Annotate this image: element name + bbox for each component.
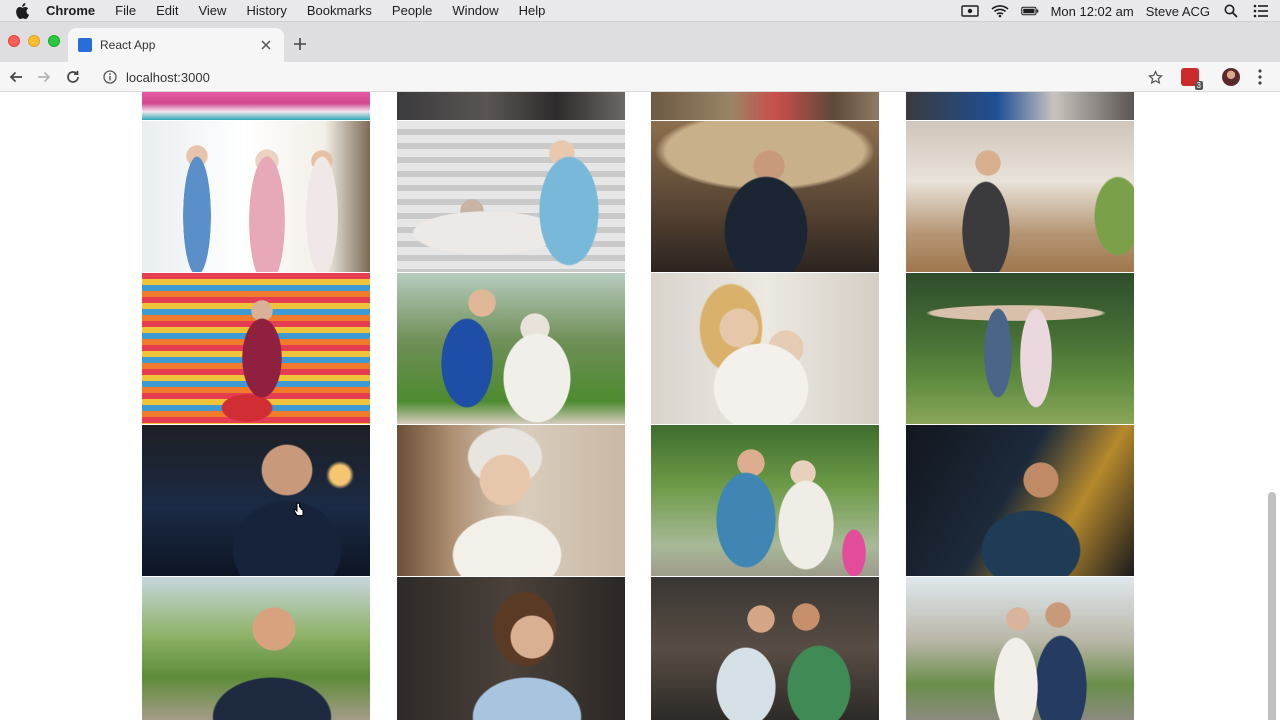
browser-tab-react-app[interactable]: React App	[68, 28, 284, 62]
gallery-photo[interactable]	[142, 273, 370, 424]
screen-mirror-icon[interactable]	[960, 2, 979, 20]
tab-title: React App	[100, 38, 156, 52]
wifi-icon[interactable]	[991, 2, 1009, 20]
menu-people[interactable]: People	[382, 0, 442, 22]
chrome-menu-icon[interactable]	[1252, 67, 1268, 87]
window-minimize-button[interactable]	[28, 35, 40, 47]
spotlight-search-icon[interactable]	[1222, 2, 1240, 20]
page-scrollbar[interactable]	[1268, 492, 1276, 720]
menubar-clock[interactable]: Mon 12:02 am	[1051, 4, 1134, 19]
extension-icon[interactable]: 3	[1181, 68, 1203, 90]
gallery-photo[interactable]	[906, 92, 1134, 120]
address-bar[interactable]: localhost:3000	[96, 64, 1172, 90]
mouse-pointer-icon	[293, 502, 304, 516]
address-bar-url: localhost:3000	[126, 69, 210, 85]
back-button[interactable]	[6, 67, 26, 87]
photo-gallery	[0, 92, 1280, 720]
menu-window[interactable]: Window	[442, 0, 508, 22]
window-zoom-button[interactable]	[48, 35, 60, 47]
browser-toolbar: localhost:3000 3	[0, 62, 1280, 92]
menu-help[interactable]: Help	[509, 0, 556, 22]
gallery-photo[interactable]	[906, 425, 1134, 576]
menu-app-chrome[interactable]: Chrome	[44, 0, 105, 22]
gallery-photo[interactable]	[651, 425, 879, 576]
gallery-photo[interactable]	[906, 577, 1134, 720]
battery-icon[interactable]	[1020, 2, 1039, 20]
gallery-photo[interactable]	[397, 577, 625, 720]
gallery-photo[interactable]	[651, 577, 879, 720]
menubar-status-area: Mon 12:02 am Steve ACG	[960, 0, 1270, 22]
gallery-photo[interactable]	[651, 92, 879, 120]
gallery-photo[interactable]	[906, 273, 1134, 424]
window-controls	[8, 35, 60, 47]
menubar-user[interactable]: Steve ACG	[1146, 4, 1210, 19]
menu-view[interactable]: View	[188, 0, 236, 22]
apple-icon[interactable]	[14, 2, 30, 19]
gallery-photo[interactable]	[906, 121, 1134, 272]
reload-button[interactable]	[63, 67, 83, 87]
menu-edit[interactable]: Edit	[146, 0, 188, 22]
new-tab-button[interactable]	[290, 34, 310, 54]
macos-menu-bar: Chrome File Edit View History Bookmarks …	[0, 0, 1280, 22]
react-favicon-icon	[78, 38, 92, 52]
gallery-photo[interactable]	[397, 121, 625, 272]
menu-bookmarks[interactable]: Bookmarks	[297, 0, 382, 22]
window-close-button[interactable]	[8, 35, 20, 47]
site-info-icon[interactable]	[102, 69, 118, 85]
menu-history[interactable]: History	[236, 0, 296, 22]
tab-close-icon[interactable]	[258, 37, 274, 53]
gallery-photo[interactable]	[397, 425, 625, 576]
gallery-photo[interactable]	[397, 273, 625, 424]
profile-avatar[interactable]	[1222, 68, 1240, 86]
gallery-photo[interactable]	[397, 92, 625, 120]
browser-tab-strip: React App	[0, 22, 1280, 62]
gallery-photo[interactable]	[651, 121, 879, 272]
extension-badge: 3	[1194, 81, 1203, 90]
bookmark-star-icon[interactable]	[1146, 68, 1164, 86]
notification-center-icon[interactable]	[1252, 2, 1270, 20]
menu-file[interactable]: File	[105, 0, 146, 22]
gallery-photo[interactable]	[142, 121, 370, 272]
gallery-photo[interactable]	[651, 273, 879, 424]
gallery-photo[interactable]	[142, 577, 370, 720]
forward-button[interactable]	[34, 67, 54, 87]
gallery-photo[interactable]	[142, 425, 370, 576]
gallery-photo[interactable]	[142, 92, 370, 120]
